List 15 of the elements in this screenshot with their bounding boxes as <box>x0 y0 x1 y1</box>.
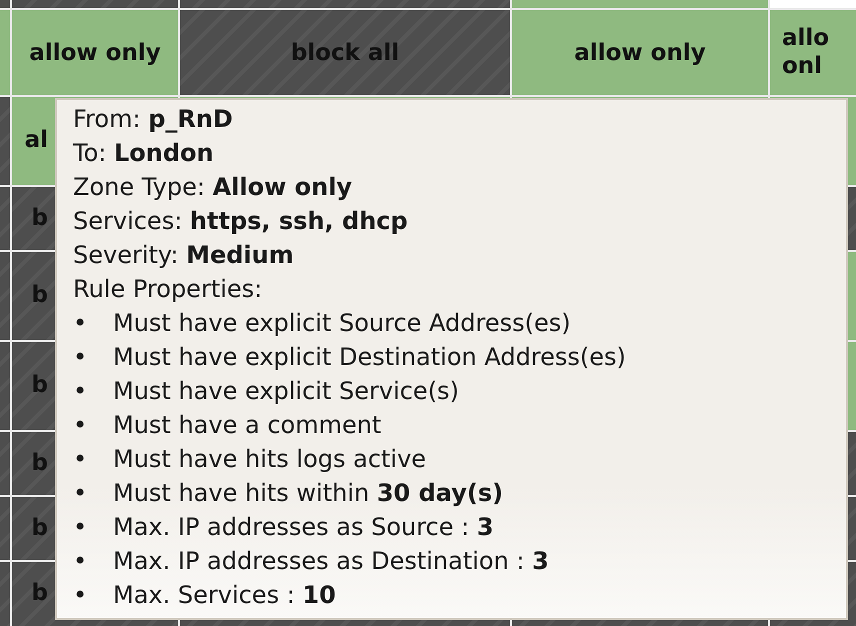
bullet-icon: • <box>73 442 113 476</box>
bullet-icon: • <box>73 306 113 340</box>
bullet-icon: • <box>73 578 113 612</box>
zone-cell <box>0 432 10 495</box>
bullet-icon: • <box>73 374 113 408</box>
zone-cell: allo onl <box>770 10 856 95</box>
zone-cell: allow only <box>12 10 178 95</box>
zone-cell <box>0 562 10 626</box>
bullet-icon: • <box>73 340 113 374</box>
zone-cell: allow only <box>512 10 768 95</box>
zone-cell <box>0 187 10 250</box>
zone-cell <box>0 0 10 8</box>
bullet-icon: • <box>73 510 113 544</box>
zone-cell <box>0 497 10 560</box>
zone-cell: block all <box>180 10 510 95</box>
